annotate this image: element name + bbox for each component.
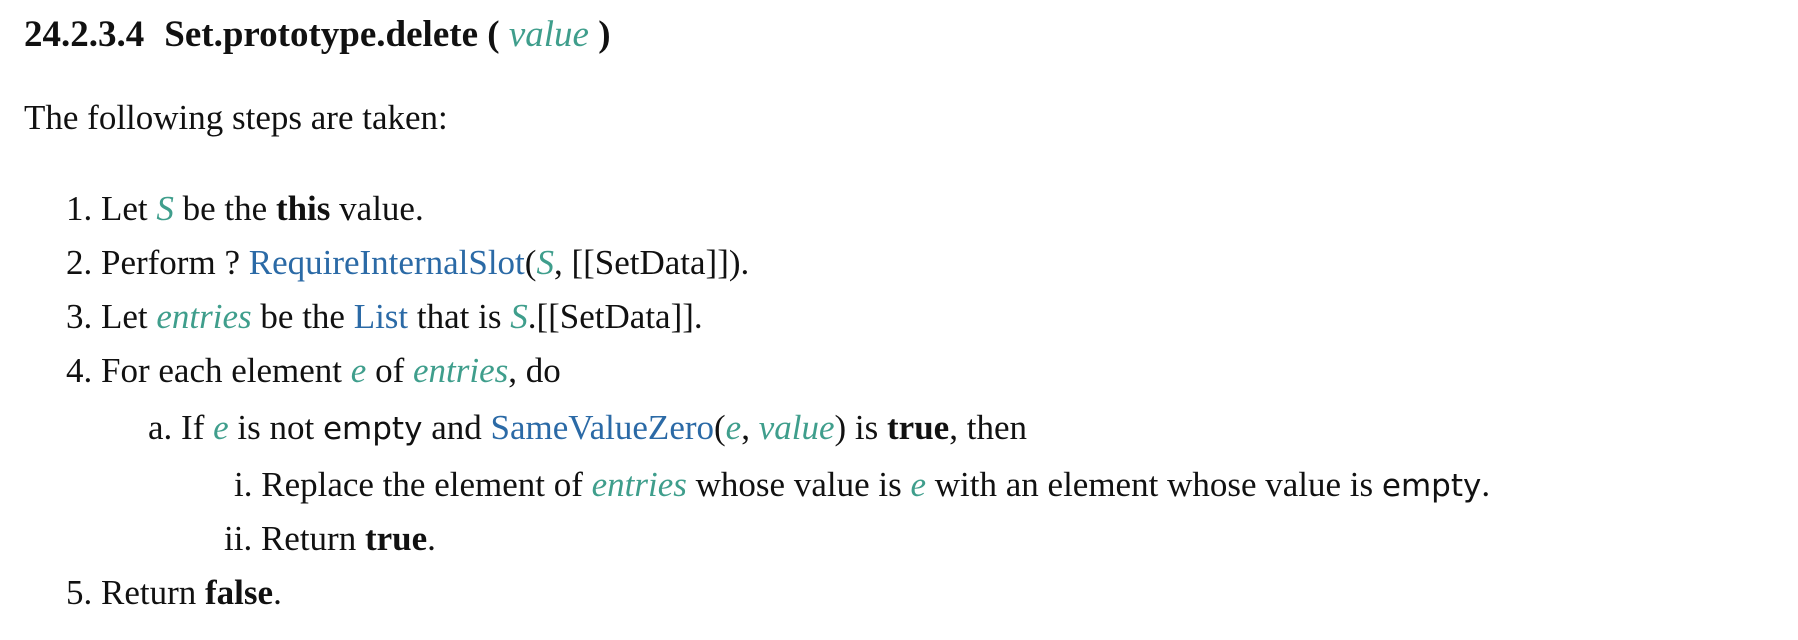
keyword-this: this (275, 189, 331, 228)
step-marker: a. (148, 408, 173, 447)
step-text: , [[SetData]]). (553, 243, 750, 282)
step-text: . (273, 573, 282, 612)
step-text: whose value is (695, 465, 902, 504)
spec-page: 24.2.3.4 Set.prototype.delete ( value ) T… (0, 0, 1798, 640)
step-text: value. (339, 189, 424, 228)
step-text: , (741, 408, 750, 447)
var-e: e (725, 408, 742, 447)
var-e: e (910, 465, 927, 504)
step-marker: 5. (66, 573, 93, 612)
step-text: .[[SetData]]. (527, 297, 703, 336)
step-text: . (1481, 465, 1491, 504)
section-title: Set.prototype.delete ( (164, 14, 500, 55)
step-text: ( (714, 408, 726, 447)
keyword-true: true (887, 408, 950, 447)
step-text: , then (949, 408, 1027, 447)
var-entries: entries (591, 465, 687, 504)
step-marker: 1. (66, 189, 93, 228)
section-title-close: ) (598, 14, 611, 55)
step-text: Perform ? (101, 243, 240, 282)
link-list[interactable]: List (354, 297, 408, 336)
keyword-true: true (364, 519, 428, 558)
value-empty: empty (322, 411, 423, 447)
step-text: Let (101, 189, 148, 228)
step-4aii: ii. Return true. (224, 517, 436, 561)
step-3: 3. Let entries be the List that is S.[[S… (66, 295, 703, 339)
step-text: Return (260, 519, 357, 558)
step-4a: a. If e is not empty and SameValueZero(e… (148, 406, 1027, 451)
var-S: S (156, 189, 174, 228)
link-require-internal-slot[interactable]: RequireInternalSlot (249, 243, 525, 282)
step-text: For each element (101, 351, 343, 390)
step-marker: ii. (224, 519, 253, 558)
step-4: 4. For each element e of entries, do (66, 349, 561, 393)
param-value: value (508, 14, 589, 55)
step-text: Let (101, 297, 148, 336)
step-text: is not (237, 408, 315, 447)
step-1: 1. Let S be the this value. (66, 187, 424, 231)
var-S: S (510, 297, 528, 336)
link-same-value-zero[interactable]: SameValueZero (490, 408, 714, 447)
step-text: , do (508, 351, 561, 390)
var-S: S (536, 243, 554, 282)
step-2: 2. Perform ? RequireInternalSlot(S, [[Se… (66, 241, 749, 285)
step-text: If (181, 408, 205, 447)
step-marker: 3. (66, 297, 93, 336)
step-marker: 4. (66, 351, 93, 390)
step-text: Return (101, 573, 197, 612)
var-e: e (350, 351, 367, 390)
section-number: 24.2.3.4 (24, 14, 145, 55)
var-value: value (758, 408, 835, 447)
step-text: and (431, 408, 482, 447)
step-text: with an element whose value is (934, 465, 1374, 504)
step-4ai: i. Replace the element of entries whose … (234, 463, 1490, 508)
var-entries: entries (412, 351, 509, 390)
step-marker: 2. (66, 243, 93, 282)
step-text: Replace the element of (261, 465, 583, 504)
step-text: of (375, 351, 405, 390)
section-heading: 24.2.3.4 Set.prototype.delete ( value ) (24, 8, 611, 62)
step-text: be the (260, 297, 345, 336)
step-5: 5. Return false. (66, 571, 282, 615)
var-entries: entries (156, 297, 252, 336)
intro-text: The following steps are taken: (24, 98, 448, 137)
step-text: . (427, 519, 436, 558)
step-marker: i. (234, 465, 253, 504)
step-text: that is (416, 297, 502, 336)
step-text: ) is (834, 408, 879, 447)
step-text: ( (524, 243, 537, 282)
keyword-false: false (205, 573, 274, 612)
var-e: e (213, 408, 229, 447)
step-text: be the (182, 189, 268, 228)
value-empty: empty (1381, 468, 1482, 504)
